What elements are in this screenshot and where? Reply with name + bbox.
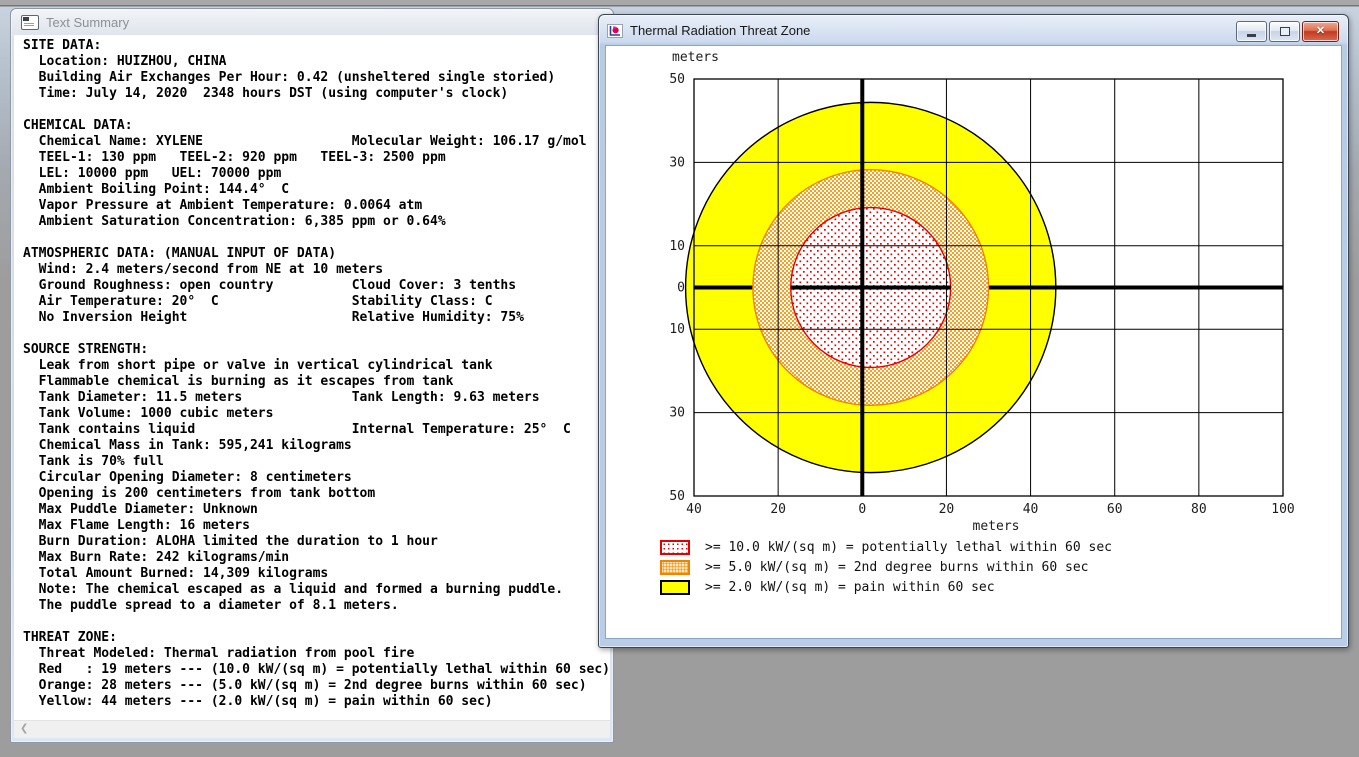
y-tick-label: 30 (669, 406, 685, 421)
threat-zone-window: Thermal Radiation Threat Zone ✕ 50 30 10 0 1… (598, 14, 1349, 648)
y-tick-label: 0 (677, 281, 685, 296)
threat-zone-content-area: 50 30 10 0 10 30 50 40 20 0 20 40 60 80 100 meters meter… (605, 45, 1342, 639)
legend-item-yellow: >= 2.0 kW/(sq m) = pain within 60 sec (660, 577, 1112, 597)
x-tick-label: 60 (1107, 502, 1123, 517)
legend-label-orange: >= 5.0 kW/(sq m) = 2nd degree burns with… (705, 559, 1089, 575)
legend-item-red: >= 10.0 kW/(sq m) = potentially lethal w… (660, 537, 1112, 557)
window-controls: ✕ (1236, 21, 1339, 42)
text-summary-text: SITE DATA: Location: HUIZHOU, CHINA Buil… (23, 38, 610, 709)
legend-swatch-red (660, 539, 690, 555)
text-summary-window: Text Summary SITE DATA: Location: HUIZHO… (10, 8, 614, 743)
y-axis-unit-label: meters (672, 50, 719, 65)
x-tick-label: 20 (770, 502, 786, 517)
x-tick-label: 40 (1023, 502, 1039, 517)
threat-zone-plot-icon (607, 23, 623, 39)
horizontal-scrollbar[interactable]: ❮ (14, 720, 610, 738)
legend-swatch-yellow (660, 579, 690, 595)
y-tick-label: 10 (669, 322, 685, 337)
restore-icon (1279, 27, 1290, 36)
legend-label-red: >= 10.0 kW/(sq m) = potentially lethal w… (705, 539, 1112, 555)
plot-legend: >= 10.0 kW/(sq m) = potentially lethal w… (660, 537, 1112, 597)
x-tick-label: 0 (858, 502, 866, 517)
text-summary-titlebar[interactable]: Text Summary (11, 9, 613, 35)
x-tick-label: 80 (1191, 502, 1207, 517)
close-button[interactable]: ✕ (1302, 21, 1339, 42)
scroll-left-arrow-icon[interactable]: ❮ (20, 723, 28, 734)
x-tick-label: 20 (939, 502, 955, 517)
legend-label-yellow: >= 2.0 kW/(sq m) = pain within 60 sec (705, 579, 995, 595)
y-tick-label: 10 (669, 239, 685, 254)
text-summary-content-area: SITE DATA: Location: HUIZHOU, CHINA Buil… (14, 35, 610, 721)
close-icon: ✕ (1315, 25, 1326, 37)
document-icon (21, 14, 39, 30)
x-tick-label: 100 (1271, 502, 1294, 517)
minimize-button[interactable] (1236, 21, 1267, 42)
text-summary-title: Text Summary (46, 14, 130, 30)
minimize-icon (1247, 33, 1256, 37)
y-tick-label: 50 (669, 72, 685, 87)
y-tick-label: 30 (669, 155, 685, 170)
restore-button[interactable] (1269, 21, 1300, 42)
threat-zone-title: Thermal Radiation Threat Zone (630, 22, 811, 38)
legend-item-orange: >= 5.0 kW/(sq m) = 2nd degree burns with… (660, 557, 1112, 577)
y-tick-label: 50 (669, 489, 685, 504)
legend-swatch-orange (660, 559, 690, 575)
threat-zone-titlebar[interactable]: Thermal Radiation Threat Zone ✕ (599, 15, 1348, 45)
x-tick-label: 40 (686, 502, 702, 517)
x-axis-unit-label: meters (973, 519, 1020, 534)
